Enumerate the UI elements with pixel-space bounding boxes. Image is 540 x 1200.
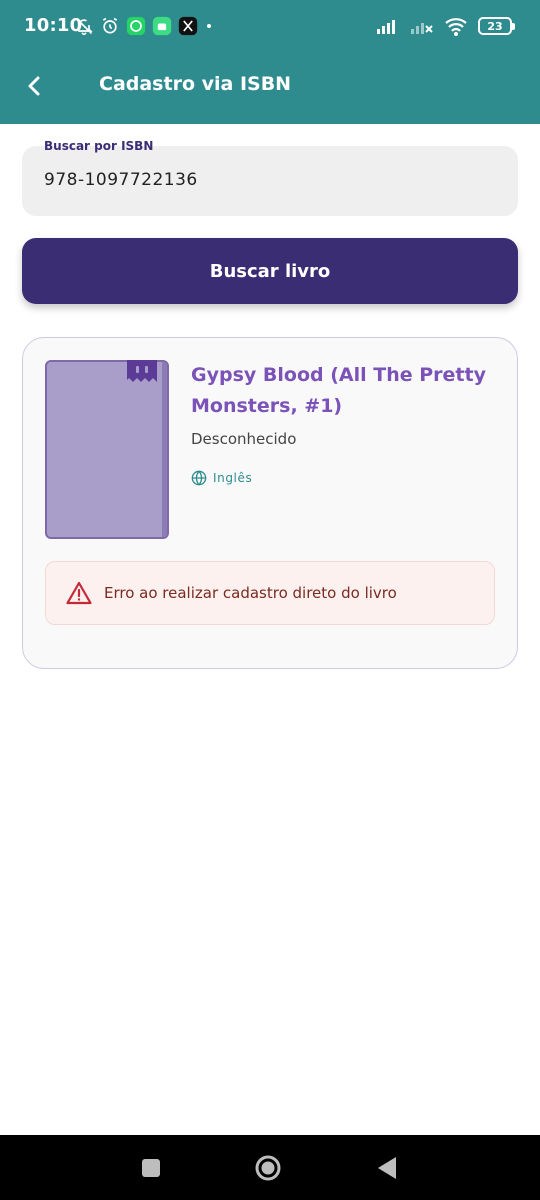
- back-nav-button[interactable]: [372, 1135, 402, 1200]
- app-header: 10:10 23 Cadastro via ISBN: [0, 0, 540, 124]
- more-notifications-dot-icon: [204, 16, 214, 36]
- book-language-label: Inglês: [213, 471, 253, 485]
- signal-no-service-icon: [410, 17, 434, 35]
- signal-icon: [376, 17, 400, 35]
- back-triangle-icon: [378, 1156, 396, 1179]
- bell-off-icon: [74, 16, 94, 36]
- square-icon: [142, 1158, 160, 1177]
- battery-level: 23: [487, 19, 503, 33]
- android-app-icon: [152, 16, 172, 36]
- back-arrow-icon: [28, 76, 40, 96]
- status-system-icons: 23: [376, 14, 515, 38]
- alarm-icon: [100, 16, 120, 36]
- globe-icon: [191, 470, 207, 486]
- home-circle-icon: [255, 1155, 281, 1180]
- warning-icon: [66, 581, 92, 605]
- book-author: Desconhecido: [191, 430, 297, 448]
- wifi-icon: [444, 16, 468, 36]
- book-cover-spine: [162, 362, 167, 537]
- book-language: Inglês: [191, 470, 252, 486]
- back-button[interactable]: [20, 70, 48, 102]
- isbn-input[interactable]: [44, 170, 494, 190]
- search-book-button[interactable]: Buscar livro: [22, 238, 518, 304]
- book-title: Gypsy Blood (All The Pretty Monsters, #1…: [191, 364, 486, 417]
- x-app-icon: [178, 16, 198, 36]
- battery-icon: 23: [478, 17, 515, 35]
- page-title: Cadastro via ISBN: [99, 73, 292, 95]
- status-bar: 10:10 23: [0, 0, 540, 52]
- bookmark-icon: [125, 360, 159, 388]
- whatsapp-icon: [126, 16, 146, 36]
- error-message: Erro ao realizar cadastro direto do livr…: [104, 584, 397, 602]
- system-navigation-bar: [0, 1135, 540, 1200]
- recent-apps-button[interactable]: [136, 1135, 166, 1200]
- isbn-field-label: Buscar por ISBN: [44, 139, 154, 153]
- status-notification-icons: [74, 15, 214, 37]
- error-alert: Erro ao realizar cadastro direto do livr…: [45, 561, 495, 625]
- home-button[interactable]: [253, 1135, 283, 1200]
